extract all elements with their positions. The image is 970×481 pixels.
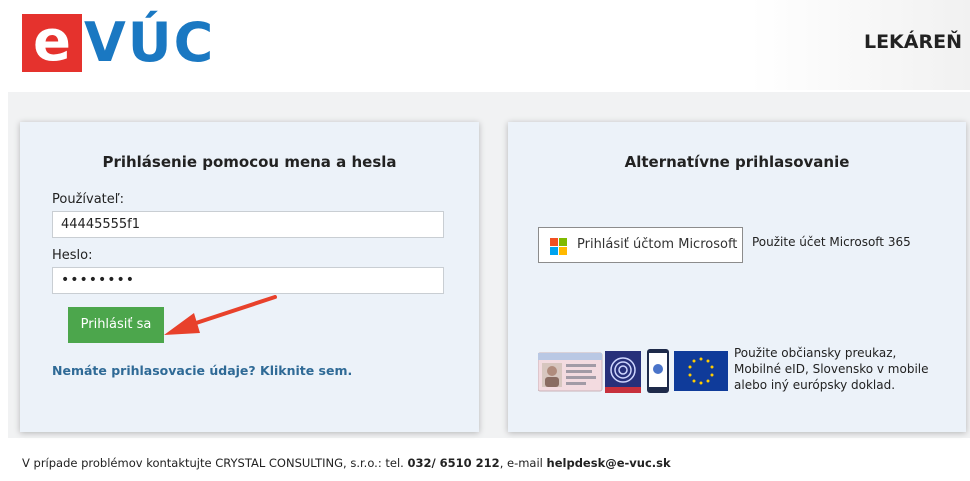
password-label: Heslo: bbox=[52, 248, 93, 263]
footer-text: V prípade problémov kontaktujte CRYSTAL … bbox=[22, 456, 408, 470]
password-field[interactable]: •••••••• bbox=[52, 267, 444, 294]
microsoft-logo-icon bbox=[550, 238, 567, 255]
microsoft-login-button[interactable]: Prihlásiť účtom Microsoft bbox=[538, 227, 743, 263]
fingerprint-icon bbox=[605, 351, 641, 393]
annotation-arrow-icon bbox=[164, 295, 277, 335]
main-area: Prihlásenie pomocou mena a hesla Používa… bbox=[8, 92, 970, 438]
microsoft-description: Použite účet Microsoft 365 bbox=[752, 235, 911, 249]
username-field[interactable]: 44445555f1 bbox=[52, 211, 444, 238]
id-card-icon bbox=[537, 352, 603, 392]
alt-card-title: Alternatívne prihlasovanie bbox=[624, 153, 850, 171]
eid-description: Použite občiansky preukaz, Mobilné eID, … bbox=[734, 346, 929, 392]
login-card-title: Prihlásenie pomocou mena a hesla bbox=[102, 153, 397, 171]
logo-e-mark: e bbox=[22, 14, 82, 72]
alternative-login-card: Alternatívne prihlasovanie Prihlásiť účt… bbox=[508, 122, 966, 432]
logo-text: VÚC bbox=[84, 11, 216, 74]
evuc-logo[interactable]: e VÚC bbox=[22, 14, 222, 72]
eid-login-button[interactable] bbox=[537, 349, 728, 393]
login-card: Prihlásenie pomocou mena a hesla Používa… bbox=[20, 122, 479, 432]
eu-flag-icon bbox=[674, 351, 728, 391]
username-label: Používateľ: bbox=[52, 192, 125, 207]
help-link[interactable]: Nemáte prihlasovacie údaje? Kliknite sem… bbox=[52, 363, 352, 379]
footer-phone: 032/ 6510 212 bbox=[407, 456, 500, 470]
microsoft-button-label: Prihlásiť účtom Microsoft bbox=[577, 237, 738, 252]
footer-text-middle: , e-mail bbox=[499, 456, 547, 470]
mobile-phone-icon bbox=[647, 349, 669, 393]
footer-email[interactable]: helpdesk@e-vuc.sk bbox=[547, 456, 671, 470]
header: e VÚC LEKÁREŇ bbox=[0, 0, 970, 90]
login-button[interactable]: Prihlásiť sa bbox=[68, 307, 164, 343]
footer-contact: V prípade problémov kontaktujte CRYSTAL … bbox=[22, 456, 671, 470]
app-name: LEKÁREŇ bbox=[863, 31, 962, 53]
